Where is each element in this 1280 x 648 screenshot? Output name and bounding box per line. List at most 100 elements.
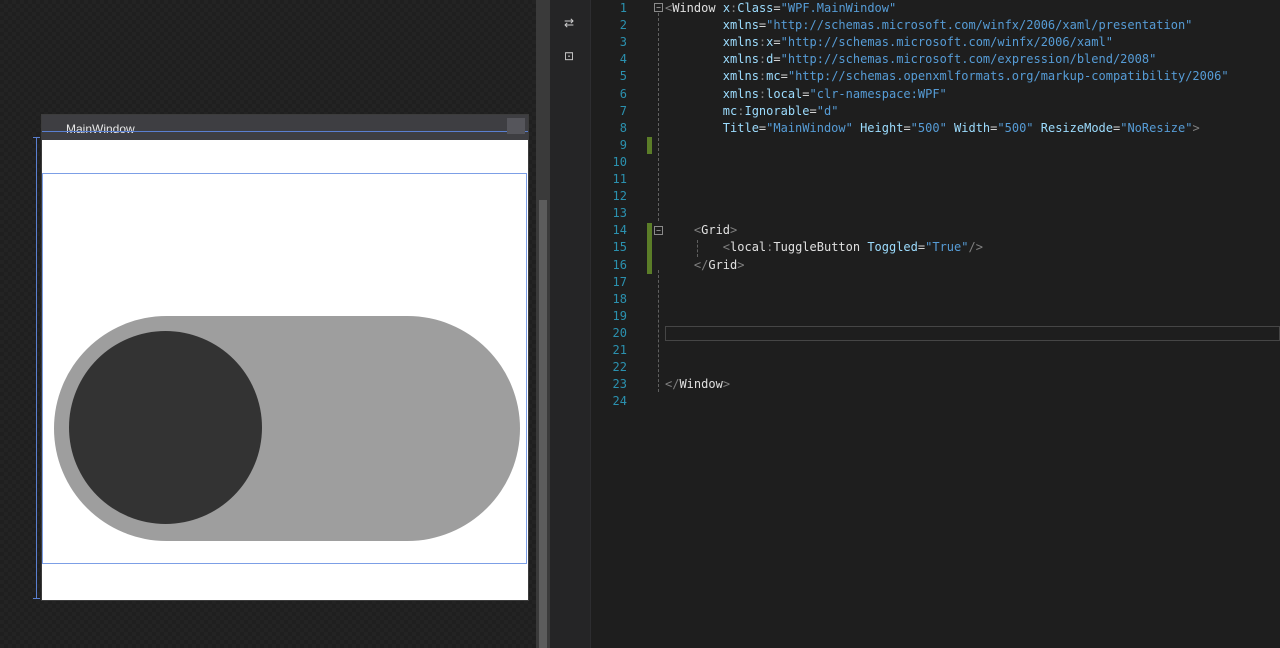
code-token: "http://schemas.openxmlformats.org/marku… xyxy=(787,69,1229,84)
designer-vertical-scrollbar[interactable] xyxy=(536,0,550,648)
code-token: Grid xyxy=(708,257,738,272)
line-number: 9 xyxy=(619,137,627,152)
code-token: "d" xyxy=(816,103,839,118)
code-token: < xyxy=(665,240,731,255)
code-line: <local:TuggleButton Toggled="True"/> xyxy=(665,239,983,256)
grid-selection-outline[interactable] xyxy=(42,173,527,564)
designer-height-ruler xyxy=(33,137,40,599)
code-token: TuggleButton xyxy=(773,240,868,255)
code-token: "True" xyxy=(925,240,969,255)
code-token: local xyxy=(730,240,767,255)
code-token: Grid xyxy=(701,223,731,238)
line-number: 3 xyxy=(619,35,627,50)
line-number: 5 xyxy=(619,69,627,84)
code-line: Title="MainWindow" Height="500" Width="5… xyxy=(665,120,1200,137)
code-line: <Window x:Class="WPF.MainWindow" xyxy=(665,0,896,17)
code-token: </ xyxy=(665,257,709,272)
current-line-highlight xyxy=(665,326,1280,341)
code-token: = xyxy=(802,86,810,101)
outline-guide xyxy=(658,13,659,221)
code-token: Height xyxy=(852,120,904,135)
code-token: mc xyxy=(665,103,738,118)
code-token: = xyxy=(780,69,788,84)
code-token: = xyxy=(809,103,817,118)
line-number: 1 xyxy=(619,1,627,15)
line-number: 18 xyxy=(612,291,627,306)
xaml-code-editor[interactable]: 1 2 3 4 5 6 7 8 9 10 11 12 13 14 15 16 17 18 19 20 21 22 23 24 … xyxy=(591,0,1280,648)
line-number: 24 xyxy=(612,394,627,409)
code-token: ResizeMode xyxy=(1033,120,1113,135)
code-token: xmlns xyxy=(665,86,759,101)
code-token: "WPF.MainWindow" xyxy=(780,1,897,15)
title-guide-line xyxy=(42,131,528,132)
code-token: </ xyxy=(665,377,680,392)
code-token: "NoResize" xyxy=(1120,120,1193,135)
line-number: 15 xyxy=(612,240,627,255)
code-token: x xyxy=(722,1,731,15)
collapse-grid-icon[interactable]: − xyxy=(654,226,663,235)
code-token: Window xyxy=(672,1,723,15)
code-token: "500" xyxy=(910,120,947,135)
code-token: Class xyxy=(737,1,774,15)
line-number: 12 xyxy=(612,189,627,204)
line-number: 2 xyxy=(619,18,627,33)
code-line: xmlns="http://schemas.microsoft.com/winf… xyxy=(665,17,1193,34)
line-number: 19 xyxy=(612,308,627,323)
split-view-toolbar: ⇄ ⊡ xyxy=(550,0,591,648)
line-number: 16 xyxy=(612,257,627,272)
line-number: 7 xyxy=(619,103,627,118)
code-token: = xyxy=(903,120,911,135)
toggle-button-knob[interactable] xyxy=(69,331,262,524)
toggle-button-track[interactable] xyxy=(54,316,520,541)
line-number: 11 xyxy=(612,172,627,186)
code-line: </Window> xyxy=(665,376,730,393)
code-line: mc:Ignorable="d" xyxy=(665,103,839,120)
line-number: 4 xyxy=(619,52,627,67)
code-token: mc xyxy=(766,69,781,84)
code-token: > xyxy=(730,223,738,238)
code-token: "clr-namespace:WPF" xyxy=(809,86,947,101)
code-token: = xyxy=(773,52,781,67)
collapse-pane-icon[interactable]: ⊡ xyxy=(560,47,578,65)
code-token: "MainWindow" xyxy=(766,120,853,135)
code-line: xmlns:local="clr-namespace:WPF" xyxy=(665,86,947,103)
code-token: = xyxy=(773,35,781,50)
line-number: 17 xyxy=(612,274,627,289)
code-token: Window xyxy=(679,377,723,392)
code-token: "http://schemas.microsoft.com/winfx/2006… xyxy=(766,18,1193,33)
code-token: > xyxy=(737,257,745,272)
code-line: </Grid> xyxy=(665,257,745,274)
preview-window[interactable]: MainWindow xyxy=(41,114,529,601)
code-token: xmlns xyxy=(665,52,759,67)
code-token: Title xyxy=(665,120,759,135)
line-number: 21 xyxy=(612,343,627,357)
window-control-icon xyxy=(507,118,525,134)
code-token: /> xyxy=(968,240,983,255)
line-number: 13 xyxy=(612,206,627,221)
swap-panes-icon[interactable]: ⇄ xyxy=(560,14,578,32)
code-token: Toggled xyxy=(867,240,918,255)
code-token: Width xyxy=(946,120,991,135)
code-token: "http://schemas.microsoft.com/expression… xyxy=(780,52,1157,67)
preview-window-title: MainWindow xyxy=(66,122,135,136)
preview-window-titlebar: MainWindow xyxy=(42,115,528,140)
line-number: 14 xyxy=(612,223,627,238)
code-token: xmlns xyxy=(665,69,759,84)
line-number: 10 xyxy=(612,154,627,169)
code-token: Ignorable xyxy=(744,103,810,118)
code-line: xmlns:d="http://schemas.microsoft.com/ex… xyxy=(665,51,1157,68)
collapse-window-icon[interactable]: − xyxy=(654,3,663,12)
line-number: 22 xyxy=(612,360,627,375)
code-token: xmlns xyxy=(665,18,759,33)
scrollbar-thumb[interactable] xyxy=(539,200,547,648)
line-number: 6 xyxy=(619,86,627,101)
code-token: "500" xyxy=(997,120,1034,135)
code-line: <Grid> xyxy=(665,222,737,239)
code-token: "http://schemas.microsoft.com/winfx/2006… xyxy=(780,35,1113,50)
code-token: xmlns xyxy=(665,35,759,50)
xaml-designer-pane[interactable]: MainWindow xyxy=(0,0,536,648)
code-token: > xyxy=(1192,120,1200,135)
code-token: < xyxy=(665,223,702,238)
code-line: xmlns:x="http://schemas.microsoft.com/wi… xyxy=(665,34,1113,51)
code-line: xmlns:mc="http://schemas.openxmlformats.… xyxy=(665,68,1229,85)
